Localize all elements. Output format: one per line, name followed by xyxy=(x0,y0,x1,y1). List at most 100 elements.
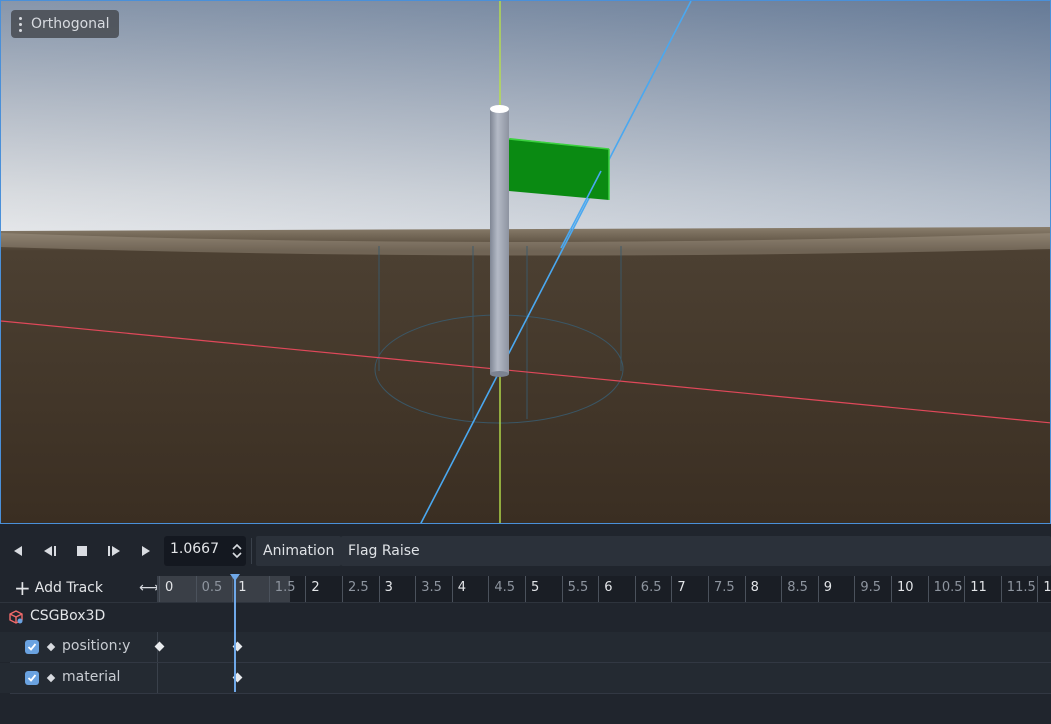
ruler-tick xyxy=(195,576,197,602)
csgbox3d-node-icon xyxy=(9,610,23,624)
ruler-tick-label: 3 xyxy=(384,580,393,595)
ruler-tick-label: 2 xyxy=(311,580,320,595)
play-backwards-button[interactable] xyxy=(7,540,29,562)
ruler-tick xyxy=(671,576,673,602)
playhead[interactable] xyxy=(234,576,236,692)
ruler-tick-label: 8.5 xyxy=(787,580,808,595)
play-from-start-icon xyxy=(108,546,120,556)
spin-arrows-icon[interactable] xyxy=(232,542,242,560)
ruler-tick xyxy=(561,576,563,602)
ruler-tick xyxy=(854,576,856,602)
ruler-tick xyxy=(451,576,453,602)
toolbar-separator xyxy=(251,538,252,564)
ruler-tick-label: 10 xyxy=(897,580,914,595)
kebab-menu-icon xyxy=(19,16,23,32)
play-from-start-button[interactable] xyxy=(103,540,125,562)
ruler-tick-label: 6.5 xyxy=(640,580,662,595)
ruler-tick-label: 11.5 xyxy=(1006,580,1036,595)
ruler-tick-label: 7.5 xyxy=(714,580,735,595)
track-header: + Add Track ⟷ 0 0.5 1 1.5 2 2.5 3 3.5 4 4.5 5 5.5 6 6… xyxy=(0,576,1051,602)
ruler-tick-label: 1.5 xyxy=(274,580,296,595)
ruler-tick-label: 9 xyxy=(823,580,833,595)
ruler-tick xyxy=(525,576,526,602)
animation-panel: 1.0667 Animation Flag Raise + Add Track … xyxy=(0,524,1051,724)
view-menu-label: Orthogonal xyxy=(31,16,110,32)
add-track-label: Add Track xyxy=(34,580,103,596)
ruler-tick-label: 6 xyxy=(604,580,613,595)
ruler-tick-label: 8 xyxy=(750,580,759,595)
plus-icon: + xyxy=(14,576,31,600)
animation-toolbar: 1.0667 Animation Flag Raise xyxy=(0,534,1051,566)
ruler-tick-label: 3.5 xyxy=(421,580,442,595)
stop-icon xyxy=(77,546,87,556)
ruler-tick xyxy=(964,576,966,602)
ruler-tick xyxy=(305,576,307,602)
track-row-material[interactable]: material xyxy=(0,663,1051,693)
timeline-ruler[interactable]: 0 0.5 1 1.5 2 2.5 3 3.5 4 4.5 5 5.5 6 6.5 7 7.5 8 8.5 9 9.5… xyxy=(157,576,1051,602)
ruler-tick xyxy=(342,576,343,602)
stop-button[interactable] xyxy=(71,540,93,562)
ruler-tick xyxy=(488,576,490,602)
ruler-tick-label: 0 xyxy=(165,580,174,595)
track-name: position:y xyxy=(62,638,131,654)
ruler-tick-label: 2.5 xyxy=(348,580,369,595)
ruler-tick-label: 0.5 xyxy=(201,580,223,595)
flag-pole xyxy=(490,109,509,374)
keyframe[interactable] xyxy=(154,641,165,652)
ruler-tick-label: 4.5 xyxy=(494,580,516,595)
track-keys-area[interactable] xyxy=(157,663,1051,693)
ruler-tick-label: 7 xyxy=(677,580,686,595)
view-menu-button[interactable]: Orthogonal xyxy=(11,10,119,38)
track-name: material xyxy=(62,669,121,685)
ruler-tick xyxy=(1000,576,1002,602)
ruler-tick xyxy=(268,576,270,602)
ruler-tick xyxy=(744,576,746,602)
track-keys-area[interactable] xyxy=(154,632,1051,662)
play-icon xyxy=(142,546,150,556)
animation-time-spinbox[interactable]: 1.0667 xyxy=(164,536,246,566)
ruler-tick xyxy=(781,576,783,602)
ruler-tick xyxy=(415,576,417,602)
ruler-tick xyxy=(708,576,709,602)
ruler-tick xyxy=(159,576,160,602)
property-track-icon xyxy=(46,642,56,652)
track-group-row[interactable]: CSGBox3D xyxy=(0,602,1051,632)
ruler-tick-label: 12 xyxy=(1043,580,1051,595)
3d-viewport[interactable]: Orthogonal xyxy=(0,0,1051,524)
ruler-tick-label: 9.5 xyxy=(860,580,882,595)
track-enabled-checkbox[interactable] xyxy=(25,640,39,654)
property-track-icon xyxy=(46,673,56,683)
ruler-tick xyxy=(927,576,929,602)
animation-length-range xyxy=(158,576,290,602)
play-backwards-icon xyxy=(14,546,22,556)
ruler-tick xyxy=(378,576,380,602)
viewport-scene xyxy=(1,1,1050,523)
ruler-tick xyxy=(817,576,819,602)
play-backwards-from-end-icon xyxy=(44,546,56,556)
track-row-position-y[interactable]: position:y xyxy=(0,632,1051,662)
checkmark-icon xyxy=(27,643,37,651)
ruler-tick-label: 4 xyxy=(457,580,467,595)
animation-time-value: 1.0667 xyxy=(170,541,219,557)
ruler-tick xyxy=(1037,576,1039,602)
animation-selector[interactable]: Flag Raise xyxy=(341,536,1051,566)
play-backwards-from-end-button[interactable] xyxy=(39,540,61,562)
pole-top xyxy=(490,105,509,113)
ruler-tick-label: 5 xyxy=(531,580,540,595)
track-enabled-checkbox[interactable] xyxy=(25,671,39,685)
checkmark-icon xyxy=(27,674,37,682)
ruler-tick-label: 10.5 xyxy=(933,580,963,595)
add-track-button[interactable]: + Add Track xyxy=(14,576,103,600)
ruler-tick-label: 11 xyxy=(970,580,987,595)
play-button[interactable] xyxy=(135,540,157,562)
ruler-tick xyxy=(891,576,892,602)
node-name: CSGBox3D xyxy=(30,608,106,624)
animation-menu-button[interactable]: Animation xyxy=(256,536,342,566)
ruler-tick xyxy=(634,576,636,602)
ruler-tick-label: 1 xyxy=(238,580,247,595)
ruler-tick xyxy=(598,576,600,602)
track-divider xyxy=(10,693,1051,694)
ruler-tick-label: 5.5 xyxy=(567,580,589,595)
animation-menu-label: Animation xyxy=(263,543,335,559)
animation-name: Flag Raise xyxy=(348,543,420,559)
